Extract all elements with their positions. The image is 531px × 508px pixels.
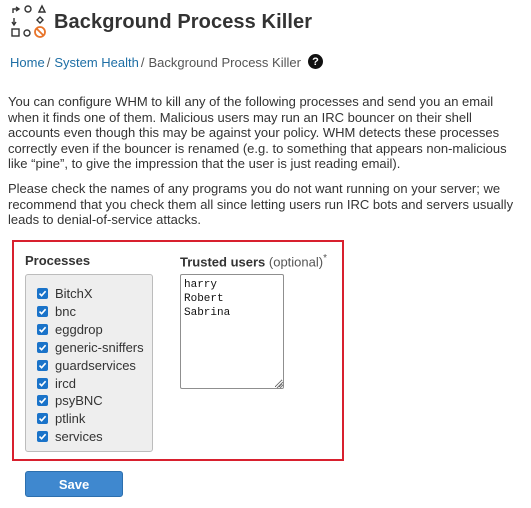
process-checkbox[interactable]	[37, 341, 48, 353]
check-icon	[38, 433, 47, 440]
trusted-users-heading: Trusted users (optional)*	[180, 253, 327, 269]
breadcrumb: Home / System Health / Background Proces…	[10, 54, 323, 70]
breadcrumb-separator: /	[46, 55, 51, 70]
process-label: ircd	[55, 375, 76, 391]
check-icon	[38, 415, 47, 422]
check-icon	[38, 326, 47, 333]
description-paragraph-2: Please check the names of any programs y…	[8, 181, 514, 228]
trusted-users-marker: *	[323, 253, 327, 264]
process-item-bitchx[interactable]: BitchX	[37, 284, 93, 302]
process-checkbox[interactable]	[37, 359, 48, 371]
processes-list: BitchX bnc eggdrop generic-sniffers guar…	[25, 274, 153, 452]
process-checkbox[interactable]	[37, 412, 48, 424]
process-checkbox[interactable]	[37, 430, 48, 442]
question-circle-icon[interactable]: ?	[307, 54, 323, 69]
process-label: services	[55, 428, 103, 444]
process-label: ptlink	[55, 410, 86, 426]
page-header: Background Process Killer	[10, 4, 312, 40]
process-item-psybnc[interactable]: psyBNC	[37, 391, 103, 409]
process-label: bnc	[55, 303, 76, 319]
process-checkbox[interactable]	[37, 305, 48, 317]
breadcrumb-separator: /	[140, 55, 145, 70]
check-icon	[38, 290, 47, 297]
process-checkbox[interactable]	[37, 377, 48, 389]
check-icon	[38, 397, 47, 404]
check-icon	[38, 380, 47, 387]
process-item-bnc[interactable]: bnc	[37, 302, 76, 320]
process-item-ircd[interactable]: ircd	[37, 374, 76, 392]
process-item-ptlink[interactable]: ptlink	[37, 409, 85, 427]
resize-grip-icon[interactable]	[274, 379, 284, 389]
process-label: eggdrop	[55, 321, 103, 337]
check-icon	[38, 362, 47, 369]
description-paragraph-1: You can configure WHM to kill any of the…	[8, 94, 507, 172]
process-checkbox[interactable]	[37, 323, 48, 335]
process-checkbox[interactable]	[37, 394, 48, 406]
process-label: generic-sniffers	[55, 339, 144, 355]
breadcrumb-home-link[interactable]: Home	[10, 55, 45, 70]
process-checkbox[interactable]	[37, 287, 48, 299]
check-icon	[38, 308, 47, 315]
process-label: BitchX	[55, 285, 93, 301]
process-label: guardservices	[55, 357, 136, 373]
process-item-services[interactable]: services	[37, 427, 103, 445]
trusted-users-optional: (optional)	[268, 254, 324, 270]
save-button[interactable]: Save	[25, 471, 123, 497]
process-item-eggdrop[interactable]: eggdrop	[37, 320, 103, 338]
trusted-users-textarea[interactable]: harry Robert Sabrina	[180, 274, 284, 389]
processes-heading: Processes	[25, 253, 91, 268]
breadcrumb-system-health-link[interactable]: System Health	[54, 55, 139, 70]
page-title: Background Process Killer	[54, 10, 313, 33]
trusted-users-label: Trusted users	[180, 254, 266, 270]
process-item-generic-sniffers[interactable]: generic-sniffers	[37, 338, 144, 356]
check-icon	[38, 344, 47, 351]
process-item-guardservices[interactable]: guardservices	[37, 356, 136, 374]
process-label: psyBNC	[55, 392, 103, 408]
background-process-killer-icon	[11, 4, 47, 38]
breadcrumb-current: Background Process Killer	[148, 55, 301, 70]
